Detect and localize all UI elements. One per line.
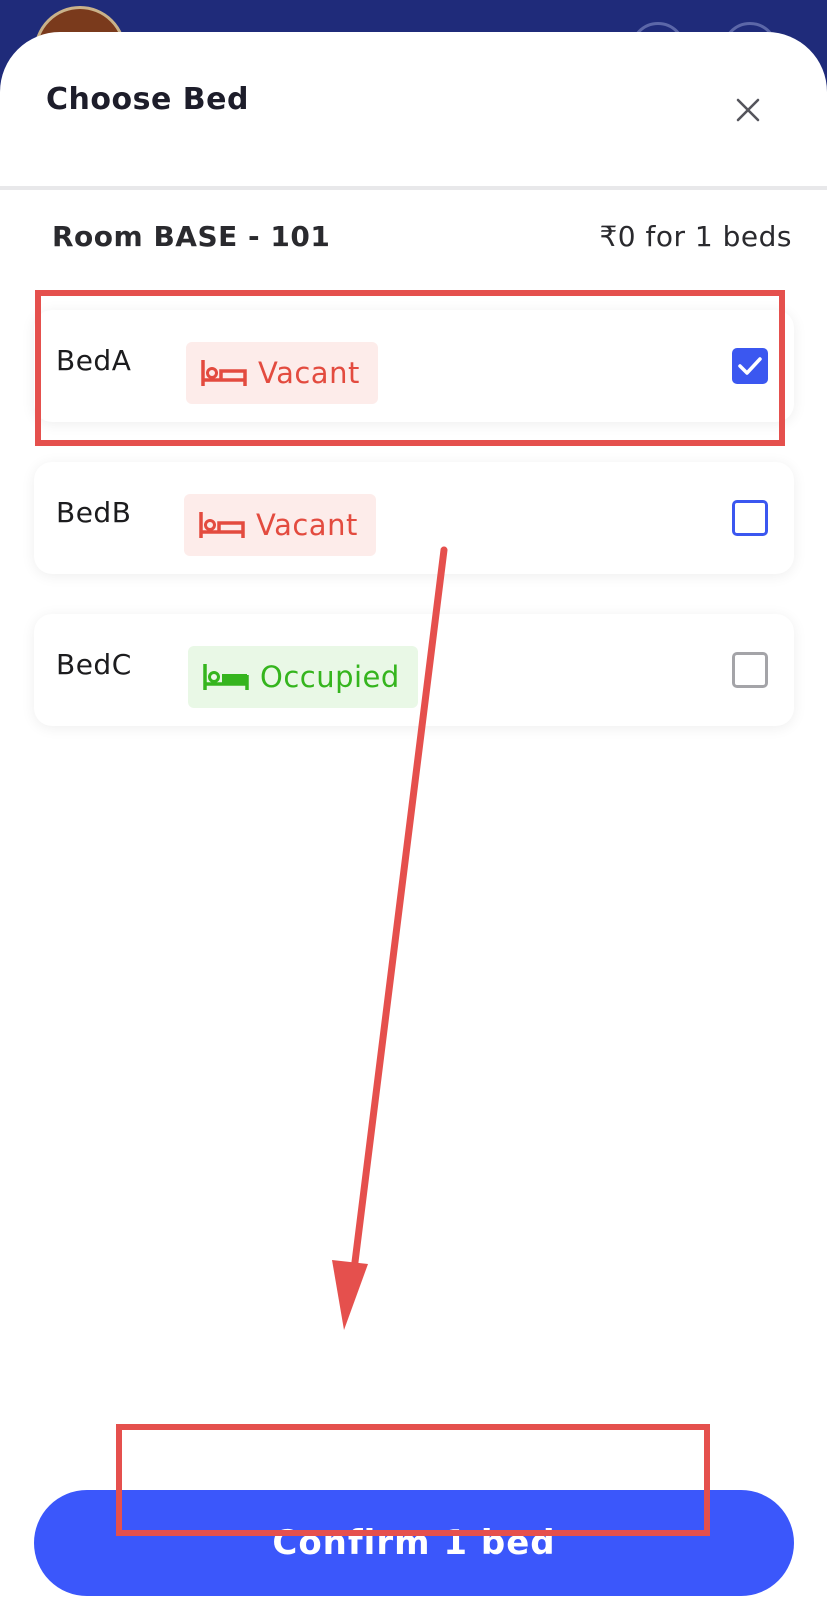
status-label: Occupied xyxy=(260,660,400,694)
bed-card-a[interactable]: BedA Vacant xyxy=(34,310,794,422)
bed-checkbox[interactable] xyxy=(732,652,768,688)
bed-outline-icon xyxy=(199,512,245,538)
choose-bed-sheet: Choose Bed Room BASE - 101 ₹0 for 1 beds… xyxy=(0,32,827,1599)
status-label: Vacant xyxy=(256,508,358,542)
bed-card-c[interactable]: BedC Occupied xyxy=(34,614,794,726)
status-badge-vacant: Vacant xyxy=(184,494,376,556)
confirm-label: Confirm 1 bed xyxy=(272,1523,556,1563)
room-price-summary: ₹0 for 1 beds xyxy=(599,220,792,253)
bed-filled-icon xyxy=(203,664,249,690)
close-icon xyxy=(736,98,760,122)
room-name: Room BASE - 101 xyxy=(52,220,331,253)
bed-checkbox[interactable] xyxy=(732,348,768,384)
sheet-title: Choose Bed xyxy=(46,82,249,117)
confirm-button[interactable]: Confirm 1 bed xyxy=(34,1490,794,1596)
sheet-header: Choose Bed xyxy=(0,32,827,190)
close-button[interactable] xyxy=(730,92,766,128)
bed-checkbox[interactable] xyxy=(732,500,768,536)
status-badge-occupied: Occupied xyxy=(188,646,418,708)
bed-name: BedA xyxy=(56,344,132,377)
bed-outline-icon xyxy=(201,360,247,386)
bed-name: BedC xyxy=(56,648,132,681)
status-label: Vacant xyxy=(258,356,360,390)
status-badge-vacant: Vacant xyxy=(186,342,378,404)
room-summary: Room BASE - 101 ₹0 for 1 beds xyxy=(0,220,827,260)
bed-card-b[interactable]: BedB Vacant xyxy=(34,462,794,574)
checkmark-icon xyxy=(738,357,762,375)
bed-name: BedB xyxy=(56,496,132,529)
